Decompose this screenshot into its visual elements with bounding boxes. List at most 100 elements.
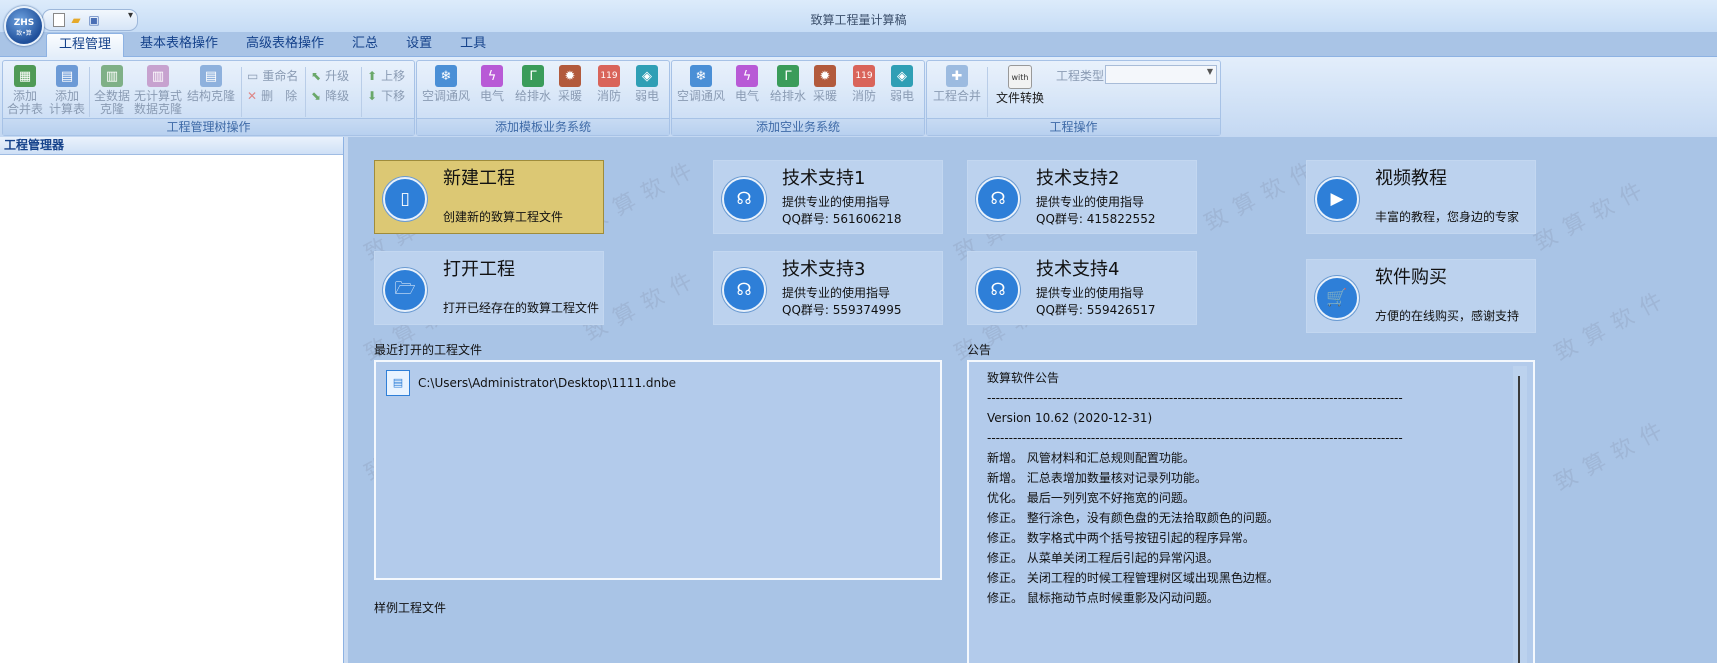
merge-project-button[interactable]: ✚ 工程合并	[931, 65, 983, 103]
convert-file-button[interactable]: with 文件转换	[993, 65, 1047, 105]
project-ops-group-label: 工程操作	[927, 118, 1220, 135]
play-icon: ▶	[1315, 177, 1359, 221]
start-page: 致算软件 致算软件 致算软件 致算软件 致算软件 致算软件 致算软件 致算软件 …	[348, 137, 1717, 663]
ribbon: ▦ 添加 合并表 ▤ 添加 计算表 ▥ 全数据 克隆 ▥ 无计算式 数据克隆 ▤…	[0, 56, 1717, 138]
notice-line: 致算软件公告	[987, 371, 1060, 385]
empty-electric-button[interactable]: ϟ 电气	[730, 65, 764, 103]
tab-advanced-table[interactable]: 高级表格操作	[234, 33, 336, 55]
template-fire-button[interactable]: 119 消防	[593, 65, 625, 103]
arrow-up-icon: ⬆	[367, 69, 378, 83]
tree-ops-group-label: 工程管理树操作	[3, 118, 414, 135]
separator	[361, 67, 362, 117]
sample-files-label: 样例工程文件	[374, 601, 447, 615]
template-electric-button[interactable]: ϟ 电气	[475, 65, 509, 103]
snowflake-icon: ❄	[690, 65, 712, 87]
notice-line: 修正。 关闭工程的时候工程管理树区域出现黑色边框。	[987, 571, 1279, 585]
template-water-button[interactable]: ᒥ 给排水	[513, 65, 553, 103]
lightning-icon: ϟ	[481, 65, 503, 87]
buy-software-tile[interactable]: 🛒 软件购买 方便的在线购买，感谢支持	[1306, 259, 1536, 333]
clone-table-icon: ▥	[147, 65, 169, 87]
clone-icon: ▥	[101, 65, 123, 87]
diamond-icon: ◈	[891, 65, 913, 87]
move-up-button[interactable]: ⬆ 上移	[367, 67, 405, 85]
template-weak-button[interactable]: ◈ 弱电	[631, 65, 663, 103]
empty-water-button[interactable]: ᒥ 给排水	[768, 65, 808, 103]
lightning-icon: ϟ	[736, 65, 758, 87]
notice-line: 修正。 整行涂色，没有颜色盘的无法拾取颜色的问题。	[987, 511, 1279, 525]
watermark: 致算软件	[1530, 174, 1656, 257]
convert-file-icon: with	[1008, 65, 1032, 89]
headset-icon: ☊	[722, 268, 766, 312]
separator	[241, 67, 242, 117]
tab-summary[interactable]: 汇总	[340, 33, 390, 55]
video-tutorial-tile[interactable]: ▶ 视频教程 丰富的教程，您身边的专家	[1306, 160, 1536, 234]
arrow-up-left-icon: ⬉	[311, 69, 322, 83]
empty-fire-button[interactable]: 119 消防	[848, 65, 880, 103]
sun-icon: ✹	[559, 65, 581, 87]
notice-box: 致算软件公告 ---------------------------------…	[967, 360, 1535, 663]
notice-label: 公告	[967, 343, 992, 357]
recent-files-list: ▤ C:\Users\Administrator\Desktop\1111.dn…	[374, 360, 942, 580]
rename-button[interactable]: ▭ 重命名	[247, 67, 298, 85]
separator	[305, 67, 306, 117]
tab-basic-table[interactable]: 基本表格操作	[128, 33, 230, 55]
template-heating-button[interactable]: ✹ 采暖	[555, 65, 585, 103]
add-calc-button[interactable]: ▤ 添加 计算表	[47, 65, 87, 116]
delete-icon: ✕	[247, 89, 258, 103]
separator	[987, 67, 988, 117]
app-logo-sub: 致•算	[16, 30, 32, 37]
notice-line: ----------------------------------------…	[987, 391, 1403, 405]
clone-struct-button[interactable]: ▤ 结构克隆	[185, 65, 237, 103]
empty-heating-button[interactable]: ✹ 采暖	[810, 65, 840, 103]
notice-line: 优化。 最后一列列宽不好拖宽的问题。	[987, 491, 1195, 505]
arrow-down-icon: ⬇	[367, 89, 378, 103]
downgrade-button[interactable]: ⬊ 降级	[311, 87, 349, 105]
app-menu-button[interactable]: ZHS 致•算	[4, 6, 44, 46]
delete-button[interactable]: ✕ 删 除	[247, 87, 297, 105]
empty-hvac-button[interactable]: ❄ 空调通风	[676, 65, 726, 103]
template-systems-group-label: 添加模板业务系统	[417, 118, 669, 135]
app-logo-text: ZHS	[13, 18, 35, 28]
notice-line: 新增。 汇总表增加数量核对记录列功能。	[987, 471, 1207, 485]
recent-files-label: 最近打开的工程文件	[374, 343, 483, 357]
fire-119-icon: 119	[598, 65, 620, 87]
support1-tile[interactable]: ☊ 技术支持1 提供专业的使用指导 QQ群号: 561606218	[713, 160, 943, 234]
recent-file-item[interactable]: ▤ C:\Users\Administrator\Desktop\1111.dn…	[386, 370, 676, 396]
tab-project-management[interactable]: 工程管理	[46, 33, 125, 57]
move-down-button[interactable]: ⬇ 下移	[367, 87, 405, 105]
add-summary-button[interactable]: ▦ 添加 合并表	[7, 65, 43, 116]
tab-settings[interactable]: 设置	[394, 33, 444, 55]
headset-icon: ☊	[722, 177, 766, 221]
ribbon-tabs: 工程管理 基本表格操作 高级表格操作 汇总 设置 工具	[46, 33, 502, 57]
support2-tile[interactable]: ☊ 技术支持2 提供专业的使用指导 QQ群号: 415822552	[967, 160, 1197, 234]
chevron-down-icon: ▼	[1206, 67, 1213, 76]
support3-tile[interactable]: ☊ 技术支持3 提供专业的使用指导 QQ群号: 559374995	[713, 251, 943, 325]
recent-file-path: C:\Users\Administrator\Desktop\1111.dnbe	[418, 376, 677, 390]
notice-line: 修正。 鼠标拖动节点时候重影及闪动问题。	[987, 591, 1219, 605]
faucet-icon: ᒥ	[777, 65, 799, 87]
watermark: 致算软件	[1550, 284, 1676, 367]
new-project-tile[interactable]: ▯ 新建工程 创建新的致算工程文件	[374, 160, 604, 234]
tree-ops-group: ▦ 添加 合并表 ▤ 添加 计算表 ▥ 全数据 克隆 ▥ 无计算式 数据克隆 ▤…	[2, 60, 415, 136]
separator	[89, 67, 90, 117]
empty-weak-button[interactable]: ◈ 弱电	[886, 65, 918, 103]
scroll-thumb[interactable]	[1518, 376, 1520, 663]
open-project-tile[interactable]: 🗁 打开工程 打开已经存在的致算工程文件	[374, 251, 604, 325]
window-title: 致算工程量计算稿	[810, 13, 907, 27]
project-type-select[interactable]: ▼	[1105, 65, 1217, 84]
clone-noformula-button[interactable]: ▥ 无计算式 数据克隆	[133, 65, 183, 116]
notice-line: Version 10.62 (2020-12-31)	[987, 411, 1153, 425]
merge-icon: ✚	[946, 65, 968, 87]
notice-line: 修正。 从菜单关闭工程后引起的异常闪退。	[987, 551, 1219, 565]
fire-119-icon: 119	[853, 65, 875, 87]
notice-content: 致算软件公告 ---------------------------------…	[987, 368, 1493, 608]
tab-tools[interactable]: 工具	[448, 33, 498, 55]
template-hvac-button[interactable]: ❄ 空调通风	[421, 65, 471, 103]
clone-all-button[interactable]: ▥ 全数据 克隆	[93, 65, 131, 116]
structure-icon: ▤	[200, 65, 222, 87]
notice-scrollbar[interactable]	[1513, 366, 1527, 663]
rename-icon: ▭	[247, 69, 259, 83]
grid-icon: ▦	[14, 65, 36, 87]
support4-tile[interactable]: ☊ 技术支持4 提供专业的使用指导 QQ群号: 559426517	[967, 251, 1197, 325]
upgrade-button[interactable]: ⬉ 升级	[311, 67, 349, 85]
